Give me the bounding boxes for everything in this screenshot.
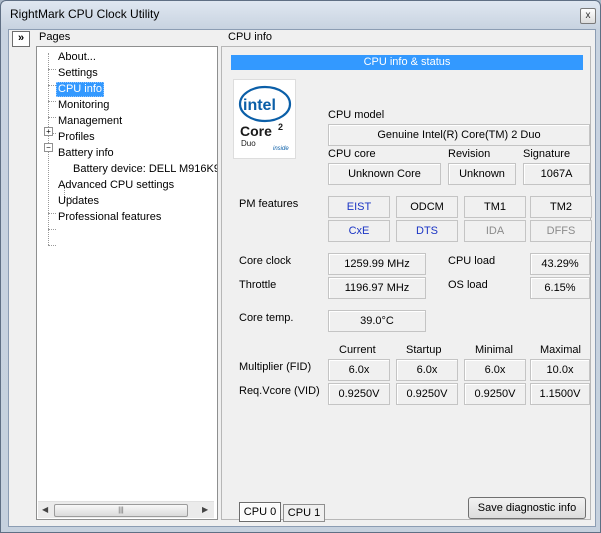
cpu-load-value: 43.29%	[530, 253, 590, 275]
intel-core2-logo: intel Core 2 Duo inside	[233, 79, 296, 159]
client-area: » Pages About... Settings CPU info Monit…	[8, 29, 596, 527]
tree-item-management[interactable]: Management	[57, 115, 123, 128]
svg-text:Core: Core	[240, 123, 272, 139]
tree-item-advanced-cpu-settings[interactable]: Advanced CPU settings	[57, 179, 175, 192]
column-current: Current	[339, 344, 376, 356]
double-chevron-right-icon: »	[17, 32, 25, 44]
pm-features-label: PM features	[239, 198, 299, 210]
tree-item-cpu-info[interactable]: CPU info	[56, 82, 105, 97]
pages-label: Pages	[39, 31, 71, 43]
panel-title: CPU info	[228, 31, 273, 43]
throttle-value: 1196.97 MHz	[328, 277, 426, 299]
tree-connector	[48, 117, 56, 118]
tree-item-settings[interactable]: Settings	[57, 67, 99, 80]
tree-connector	[48, 85, 56, 86]
core-clock-label: Core clock	[239, 255, 291, 267]
vcore-minimal: 0.9250V	[464, 383, 526, 405]
pm-feature-dffs: DFFS	[530, 220, 592, 242]
tree-horizontal-scrollbar[interactable]: ◀ ||| ▶	[38, 501, 214, 518]
save-diagnostic-info-button[interactable]: Save diagnostic info	[468, 497, 586, 519]
scroll-left-icon[interactable]: ◀	[42, 505, 48, 514]
vcore-maximal: 1.1500V	[530, 383, 590, 405]
cpu-load-label: CPU load	[448, 255, 496, 267]
cpu-model-value: Genuine Intel(R) Core(TM) 2 Duo	[328, 124, 590, 146]
signature-value: 1067A	[523, 163, 590, 185]
multiplier-label: Multiplier (FID)	[239, 361, 312, 373]
multiplier-current: 6.0x	[328, 359, 390, 381]
os-load-value: 6.15%	[530, 277, 590, 299]
section-banner: CPU info & status	[231, 55, 583, 70]
column-maximal: Maximal	[540, 344, 581, 356]
scroll-right-icon[interactable]: ▶	[202, 505, 208, 514]
sidebar-toggle-button[interactable]: »	[12, 31, 30, 47]
scrollbar-thumb[interactable]: |||	[54, 504, 188, 517]
os-load-label: OS load	[448, 279, 488, 291]
tree-item-professional-features[interactable]: Professional features	[57, 211, 162, 224]
pm-feature-dts: DTS	[396, 220, 458, 242]
svg-text:Duo: Duo	[241, 139, 256, 148]
multiplier-maximal: 10.0x	[530, 359, 590, 381]
revision-label: Revision	[448, 148, 491, 160]
vcore-current: 0.9250V	[328, 383, 390, 405]
pm-feature-ida: IDA	[464, 220, 526, 242]
tree-item-battery-info[interactable]: Battery info	[57, 147, 115, 160]
tree-connector	[48, 245, 56, 246]
cpu-core-label: CPU core	[328, 148, 376, 160]
tree-connector	[48, 213, 56, 214]
pm-feature-cxe: CxE	[328, 220, 390, 242]
close-icon: x	[585, 10, 591, 21]
svg-text:intel: intel	[243, 97, 276, 114]
tab-cpu-1[interactable]: CPU 1	[283, 504, 325, 522]
tree-connector	[48, 101, 56, 102]
multiplier-startup: 6.0x	[396, 359, 458, 381]
multiplier-minimal: 6.0x	[464, 359, 526, 381]
tab-cpu-0[interactable]: CPU 0	[239, 502, 281, 522]
close-button[interactable]: x	[580, 8, 596, 24]
tree-item-battery-device[interactable]: Battery device: DELL M916K9	[72, 163, 217, 176]
title-bar[interactable]: RightMark CPU Clock Utility x	[1, 1, 600, 29]
grip-icon: |||	[118, 507, 124, 514]
cpu-core-value: Unknown Core	[328, 163, 441, 185]
core-clock-value: 1259.99 MHz	[328, 253, 426, 275]
column-minimal: Minimal	[475, 344, 513, 356]
tree-item-monitoring[interactable]: Monitoring	[57, 99, 110, 112]
window-title: RightMark CPU Clock Utility	[10, 7, 160, 21]
pm-feature-eist: EIST	[328, 196, 390, 218]
tree-item-profiles[interactable]: Profiles	[57, 131, 96, 144]
app-window: RightMark CPU Clock Utility x » Pages Ab…	[0, 0, 601, 533]
pages-tree[interactable]: About... Settings CPU info Monitoring Ma…	[36, 46, 218, 520]
intel-logo-icon: intel Core 2 Duo inside	[238, 85, 292, 152]
core-temp-label: Core temp.	[239, 312, 294, 324]
tree-connector	[48, 229, 56, 230]
revision-value: Unknown	[448, 163, 516, 185]
collapse-icon[interactable]: −	[44, 143, 53, 152]
core-temp-value: 39.0°C	[328, 310, 426, 332]
cpu-info-panel: CPU info & status intel Core 2 Duo insid…	[221, 46, 592, 522]
svg-text:inside: inside	[273, 146, 289, 152]
tree-connector	[48, 69, 56, 70]
pm-feature-tm1: TM1	[464, 196, 526, 218]
svg-text:2: 2	[278, 122, 283, 132]
expand-icon[interactable]: +	[44, 127, 53, 136]
pm-feature-tm2: TM2	[530, 196, 592, 218]
vcore-label: Req.Vcore (VID)	[239, 385, 320, 397]
tree-item-updates[interactable]: Updates	[57, 195, 100, 208]
throttle-label: Throttle	[239, 279, 277, 291]
vcore-startup: 0.9250V	[396, 383, 458, 405]
cpu-model-label: CPU model	[328, 109, 385, 121]
column-startup: Startup	[406, 344, 442, 356]
tree-item-about[interactable]: About...	[57, 51, 97, 64]
signature-label: Signature	[523, 148, 571, 160]
pm-feature-odcm: ODCM	[396, 196, 458, 218]
